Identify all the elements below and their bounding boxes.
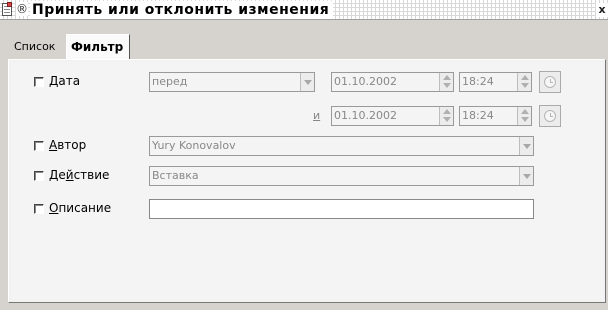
comment-label[interactable]: Описание — [49, 201, 111, 215]
time-to-field[interactable]: 18:24 — [459, 106, 532, 126]
close-button[interactable]: x — [596, 3, 608, 17]
date-checkbox[interactable] — [34, 77, 44, 87]
comment-input[interactable] — [149, 199, 534, 219]
author-label-rest: втор — [57, 138, 87, 152]
clock-button-2[interactable] — [539, 105, 561, 127]
clock-button-1[interactable] — [539, 71, 561, 93]
date-from-spin-icon[interactable] — [439, 73, 453, 91]
action-label-pre: Де — [49, 168, 66, 182]
date-condition-value: перед — [152, 75, 188, 88]
time-from-value: 18:24 — [462, 75, 494, 88]
comment-checkbox[interactable] — [34, 204, 44, 214]
document-edit-icon — [2, 2, 16, 17]
title-glyph: ® — [16, 2, 28, 16]
author-label-mnemonic: А — [49, 138, 58, 152]
clock-icon — [544, 110, 556, 122]
author-checkbox[interactable] — [34, 141, 44, 151]
date-condition-select[interactable]: перед — [149, 72, 315, 92]
author-value: Yury Konovalov — [152, 139, 236, 152]
action-select[interactable]: Вставка — [149, 166, 534, 186]
date-from-field[interactable]: 01.10.2002 — [331, 72, 454, 92]
date-from-value: 01.10.2002 — [334, 75, 397, 88]
action-filter-row: Действие — [34, 166, 134, 186]
date-label-mnemonic: Д — [49, 74, 59, 88]
action-label-post: ствие — [73, 168, 110, 182]
date-label[interactable]: Дата — [49, 74, 80, 88]
clock-icon — [544, 76, 556, 88]
date-to-spin-icon[interactable] — [439, 107, 453, 125]
date-to-field[interactable]: 01.10.2002 — [331, 106, 454, 126]
tab-filter[interactable]: Фильтр — [66, 34, 130, 59]
author-filter-row: Автор — [34, 136, 134, 156]
author-label[interactable]: Автор — [49, 138, 86, 152]
action-label-mnemonic: й — [65, 168, 74, 182]
and-label: и — [313, 109, 321, 122]
date-label-rest: ата — [58, 74, 81, 88]
comment-label-rest: писание — [58, 201, 112, 215]
action-value: Вставка — [152, 169, 199, 182]
action-label[interactable]: Действие — [49, 168, 109, 182]
date-filter-row: Дата — [34, 72, 134, 92]
action-checkbox[interactable] — [34, 171, 44, 181]
time-to-value: 18:24 — [462, 109, 494, 122]
time-from-field[interactable]: 18:24 — [459, 72, 532, 92]
date-to-value: 01.10.2002 — [334, 109, 397, 122]
chevron-down-icon[interactable] — [300, 73, 314, 91]
chevron-down-icon[interactable] — [519, 167, 533, 185]
time-from-spin-icon[interactable] — [517, 73, 531, 91]
author-select[interactable]: Yury Konovalov — [149, 136, 534, 156]
time-to-spin-icon[interactable] — [517, 107, 531, 125]
window-title: Принять или отклонить изменения — [30, 1, 334, 19]
chevron-down-icon[interactable] — [519, 137, 533, 155]
title-bar[interactable]: ® Принять или отклонить изменения x — [0, 0, 608, 20]
comment-filter-row: Описание — [34, 199, 134, 219]
tab-list[interactable]: Список — [10, 37, 64, 59]
